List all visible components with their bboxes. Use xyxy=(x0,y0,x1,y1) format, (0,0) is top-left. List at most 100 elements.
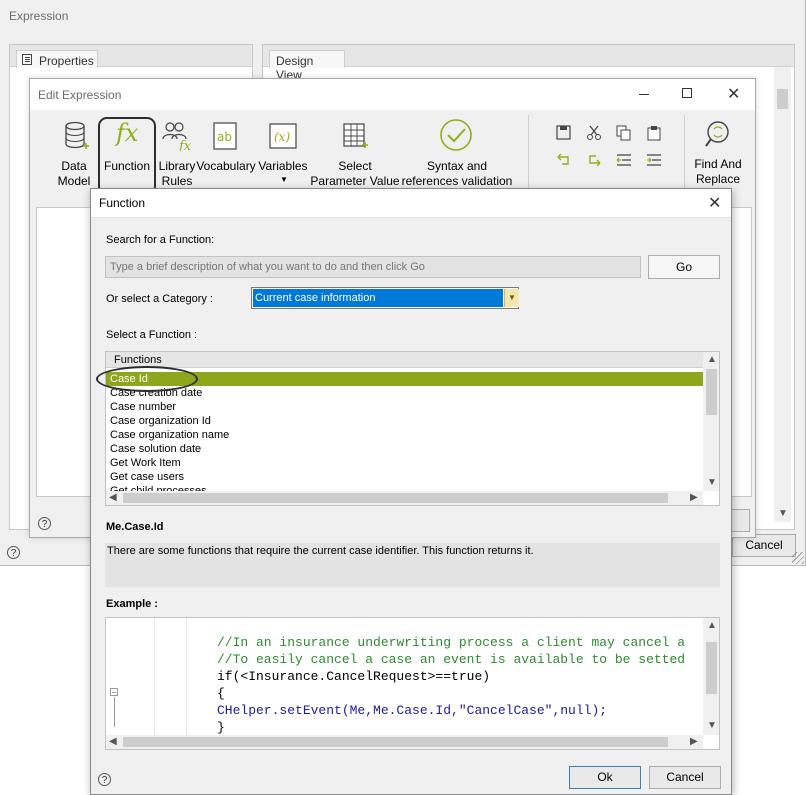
code-line: if(<Insurance.CancelRequest>==true) xyxy=(217,669,491,684)
code-fold-icon[interactable]: − xyxy=(110,688,118,697)
example-vscroll[interactable]: ▲ ▼ xyxy=(703,618,719,735)
function-list-item[interactable]: Case number xyxy=(110,400,176,414)
find-replace-button[interactable]: Find And Replace xyxy=(686,117,750,195)
indent-icon[interactable] xyxy=(646,153,662,167)
edit-help-icon[interactable]: ? xyxy=(38,517,51,530)
paste-icon[interactable] xyxy=(646,125,662,141)
minimize-icon[interactable] xyxy=(639,94,649,95)
scroll-down-arrow-icon[interactable]: ▼ xyxy=(707,720,717,731)
properties-icon xyxy=(22,54,32,65)
scroll-thumb[interactable] xyxy=(706,642,717,694)
vocabulary-label: Vocabulary xyxy=(196,159,256,173)
syntax-validation-label: Syntax and references validation xyxy=(401,159,513,188)
category-select[interactable]: Current case information ▼ xyxy=(251,287,519,309)
maximize-icon[interactable] xyxy=(682,88,692,98)
scroll-thumb[interactable] xyxy=(123,737,668,747)
scroll-right-arrow-icon[interactable]: ▶ xyxy=(690,492,698,503)
example-label: Example : xyxy=(106,598,158,610)
outdent-icon[interactable] xyxy=(616,153,632,167)
function-list-item[interactable]: Get child processes xyxy=(110,484,207,491)
syntax-validation-button[interactable]: Syntax and references validation xyxy=(400,117,514,195)
function-list-item[interactable]: Get Work Item xyxy=(110,456,181,470)
scroll-up-arrow-icon[interactable]: ▲ xyxy=(707,354,717,365)
scroll-right-arrow-icon[interactable]: ▶ xyxy=(690,736,698,747)
edit-expression-titlebar: Edit Expression ✕ xyxy=(30,79,755,110)
category-dropdown-arrow-icon[interactable]: ▼ xyxy=(504,289,519,307)
function-list-item[interactable]: Case solution date xyxy=(110,442,201,456)
function-button[interactable]: fx Function xyxy=(98,117,156,195)
svg-text:fx: fx xyxy=(178,139,192,151)
function-dialog-title: Function xyxy=(99,196,146,210)
category-select-value: Current case information xyxy=(253,289,503,307)
outer-help-icon[interactable]: ? xyxy=(7,546,20,559)
function-list-header: Functions xyxy=(106,352,703,368)
scroll-down-arrow-icon[interactable]: ▼ xyxy=(778,508,788,519)
data-model-button[interactable]: Data Model xyxy=(46,117,102,195)
function-list-item[interactable]: Case organization name xyxy=(110,428,229,442)
properties-panel-header: Properties xyxy=(10,45,252,68)
library-rules-button[interactable]: fx Library Rules xyxy=(152,117,202,195)
ok-button[interactable]: Ok xyxy=(569,766,641,789)
data-model-label: Data Model xyxy=(57,159,91,188)
example-hscroll[interactable]: ◀ ▶ xyxy=(106,735,703,749)
variables-label: Variables xyxy=(258,159,308,173)
cut-icon[interactable] xyxy=(586,125,602,141)
scroll-thumb[interactable] xyxy=(706,369,717,415)
code-line: //In an insurance underwriting process a… xyxy=(217,635,686,650)
expression-window-title: Expression xyxy=(9,9,69,23)
checkmark-circle-icon xyxy=(440,119,472,151)
find-replace-icon xyxy=(705,121,729,147)
select-function-label: Select a Function : xyxy=(106,329,198,341)
vocabulary-button[interactable]: ab Vocabulary xyxy=(196,117,256,195)
database-icon xyxy=(65,121,89,149)
resize-grip-icon[interactable] xyxy=(792,552,804,564)
redo-icon[interactable] xyxy=(586,153,602,167)
category-label: Or select a Category : xyxy=(106,293,213,305)
copy-icon[interactable] xyxy=(616,125,632,141)
function-list-vscroll[interactable]: ▲ ▼ xyxy=(703,352,719,491)
svg-text:(x): (x) xyxy=(274,130,290,144)
select-parameter-value-label: Select Parameter Value xyxy=(310,159,400,188)
vocabulary-icon: ab xyxy=(213,122,237,150)
annotation-oval-case-id xyxy=(96,366,198,392)
variables-button[interactable]: (x) Variables ▼ xyxy=(256,117,310,199)
scroll-thumb[interactable] xyxy=(123,493,668,503)
function-help-icon[interactable]: ? xyxy=(98,773,111,786)
code-line: //To easily cancel a case an event is av… xyxy=(217,652,686,667)
example-code-box[interactable]: − //In an insurance underwriting process… xyxy=(105,617,720,750)
select-parameter-value-button[interactable]: Select Parameter Value xyxy=(310,117,400,195)
function-list-item[interactable]: Case organization Id xyxy=(110,414,211,428)
variables-dropdown-arrow-icon[interactable]: ▼ xyxy=(280,175,288,184)
code-gutter-line xyxy=(186,618,187,736)
function-list[interactable]: Functions Case Id Case creation date Cas… xyxy=(105,351,720,506)
ribbon-separator xyxy=(528,115,529,197)
close-icon[interactable]: ✕ xyxy=(727,84,740,104)
save-icon[interactable] xyxy=(556,125,572,141)
find-replace-label: Find And Replace xyxy=(694,157,742,186)
design-view-scrollbar[interactable]: ▼ xyxy=(774,67,791,522)
edit-tools-group xyxy=(552,125,672,175)
code-fold-line xyxy=(114,697,115,727)
go-button[interactable]: Go xyxy=(648,255,720,279)
scroll-left-arrow-icon[interactable]: ◀ xyxy=(109,736,117,747)
fx-icon: fx xyxy=(116,119,139,147)
function-list-hscroll[interactable]: ◀ ▶ xyxy=(106,491,703,505)
search-input[interactable] xyxy=(105,256,641,278)
scroll-left-arrow-icon[interactable]: ◀ xyxy=(109,492,117,503)
function-description-text: There are some functions that require th… xyxy=(107,545,534,557)
library-rules-icon: fx xyxy=(162,122,192,151)
scroll-up-arrow-icon[interactable]: ▲ xyxy=(707,620,717,631)
cancel-button[interactable]: Cancel xyxy=(649,766,721,789)
function-dialog-titlebar: Function ✕ xyxy=(91,189,731,218)
cancel-button-label: Cancel xyxy=(666,770,704,784)
scroll-down-arrow-icon[interactable]: ▼ xyxy=(707,477,717,488)
function-dialog-close-icon[interactable]: ✕ xyxy=(708,193,721,213)
tab-design-view[interactable]: Design View xyxy=(269,50,345,82)
tab-properties-label: Properties xyxy=(39,54,94,68)
variables-icon: (x) xyxy=(269,123,297,149)
function-list-item[interactable]: Get case users xyxy=(110,470,184,484)
code-line: } xyxy=(217,720,225,735)
undo-icon[interactable] xyxy=(556,153,572,167)
svg-text:ab: ab xyxy=(217,130,232,144)
tab-properties[interactable]: Properties xyxy=(16,50,98,68)
